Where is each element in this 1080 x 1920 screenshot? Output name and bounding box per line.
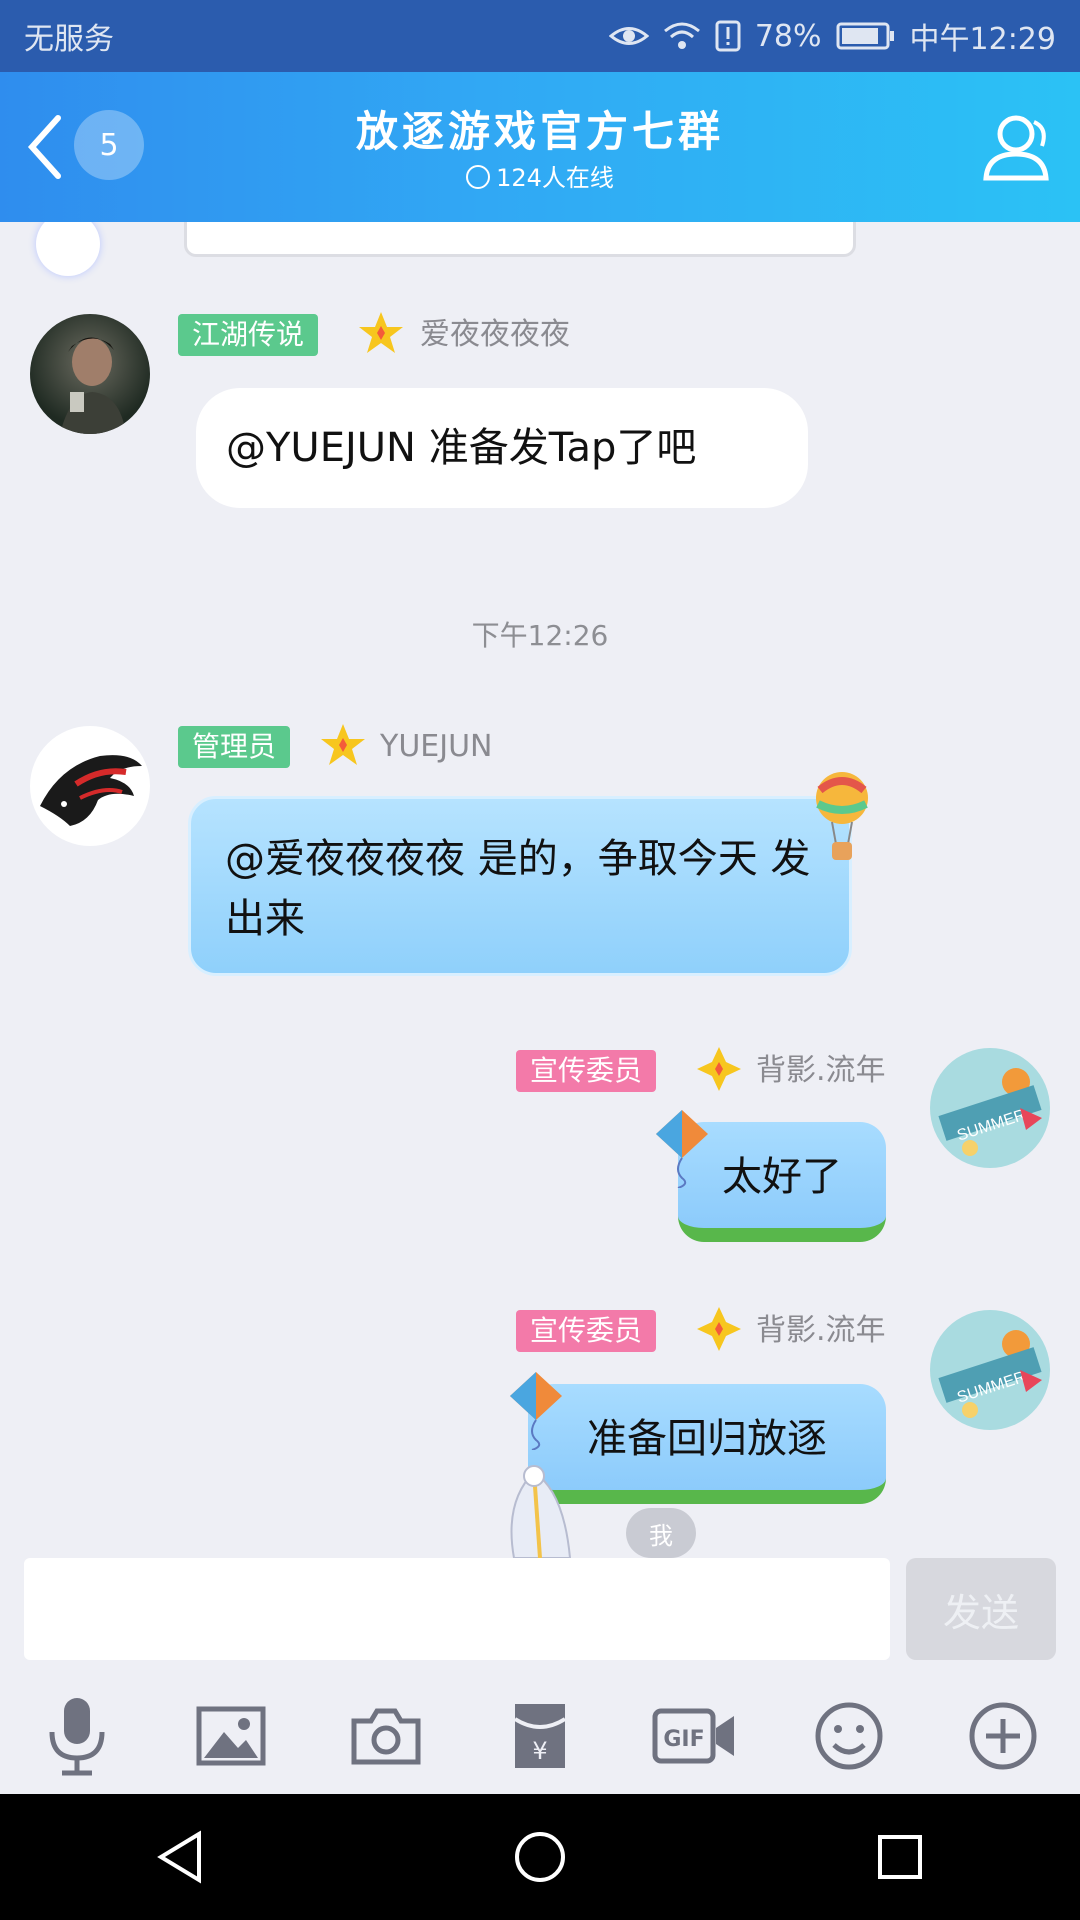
chevron-down-circle-icon xyxy=(466,165,491,189)
emoji-button[interactable] xyxy=(799,1686,899,1786)
battery-percent: 78% xyxy=(754,18,822,54)
eye-icon xyxy=(608,27,649,45)
system-nav-bar xyxy=(0,1794,1080,1920)
nickname[interactable]: 背影.流年 xyxy=(756,1310,886,1352)
carrier-text: 无服务 xyxy=(24,22,114,57)
member-title-tag: 江湖传说 xyxy=(178,314,319,356)
kite-decoration-icon xyxy=(510,1372,562,1450)
clock: 中午12:29 xyxy=(909,22,1056,57)
wifi-icon xyxy=(663,22,700,49)
diamond-level-icon xyxy=(697,1307,741,1351)
chat-header: 5 放逐游戏官方七群 124人在线 xyxy=(0,72,1080,222)
summer-avatar-icon: SUMMER xyxy=(938,1330,1042,1418)
previous-message-card xyxy=(184,222,856,257)
avatar[interactable]: SUMMER xyxy=(930,1310,1050,1430)
red-packet-button[interactable]: ¥ xyxy=(490,1686,590,1786)
nav-home-button[interactable] xyxy=(480,1797,600,1917)
plus-icon xyxy=(969,1702,1037,1770)
camera-icon xyxy=(351,1708,421,1765)
image-button[interactable] xyxy=(181,1686,281,1786)
more-button[interactable] xyxy=(953,1686,1053,1786)
triangle-back-icon xyxy=(157,1830,201,1884)
avatar[interactable]: SUMMER xyxy=(930,1048,1050,1168)
gif-button[interactable]: GIF xyxy=(644,1686,744,1786)
image-icon xyxy=(196,1706,266,1766)
star-level-icon xyxy=(359,312,403,353)
camera-button[interactable] xyxy=(336,1686,436,1786)
gif-icon: GIF xyxy=(652,1708,735,1764)
online-count[interactable]: 124人在线 xyxy=(0,158,1080,193)
microphone-icon xyxy=(49,1698,105,1776)
avatar[interactable] xyxy=(30,726,150,846)
star-level-icon xyxy=(321,724,365,765)
online-text: 124人在线 xyxy=(496,164,614,192)
me-label: 我 xyxy=(626,1508,696,1558)
member-title-tag: 宣传委员 xyxy=(516,1310,657,1352)
message-input[interactable] xyxy=(24,1558,890,1660)
avatar-placeholder xyxy=(36,222,100,276)
nav-back-button[interactable] xyxy=(120,1797,240,1917)
balloon-decoration-icon xyxy=(816,772,868,860)
summer-avatar-icon: SUMMER xyxy=(938,1068,1042,1156)
status-bar: 无服务 78% 中午12:29 xyxy=(0,0,1080,72)
input-bar: 发送 xyxy=(0,1558,1080,1678)
battery-icon xyxy=(836,22,894,50)
group-title: 放逐游戏官方七群 xyxy=(355,107,724,156)
avatar[interactable] xyxy=(30,314,150,434)
square-recents-icon xyxy=(878,1835,922,1879)
avatar-photo xyxy=(60,337,126,434)
nickname[interactable]: YUEJUN xyxy=(380,726,493,768)
alert-icon xyxy=(715,20,741,52)
group-members-icon[interactable] xyxy=(976,108,1056,188)
emoji-icon xyxy=(815,1702,883,1770)
kite-decoration-icon xyxy=(656,1110,708,1188)
composer-toolbar: ¥ GIF xyxy=(0,1678,1080,1794)
voice-button[interactable] xyxy=(27,1686,127,1786)
eagle-avatar-icon xyxy=(40,755,142,826)
circle-home-icon xyxy=(515,1832,565,1882)
timestamp: 下午12:26 xyxy=(471,619,609,652)
svg-text:¥: ¥ xyxy=(532,1737,547,1765)
character-sticker-icon xyxy=(510,1465,572,1558)
nickname[interactable]: 背影.流年 xyxy=(756,1050,886,1092)
member-title-tag: 管理员 xyxy=(178,726,291,768)
nav-recents-button[interactable] xyxy=(840,1797,960,1917)
message-bubble[interactable]: @YUEJUN 准备发Tap了吧 xyxy=(196,388,808,508)
message-list[interactable]: 江湖传说 爱夜夜夜夜 @YUEJUN 准备发Tap了吧 下午12:26 管理员 … xyxy=(0,222,1080,1558)
red-packet-icon: ¥ xyxy=(513,1704,567,1768)
send-button[interactable]: 发送 xyxy=(906,1558,1056,1660)
diamond-level-icon xyxy=(697,1047,741,1091)
status-icons: 78% 中午12:29 xyxy=(608,14,1056,58)
message-bubble[interactable]: @爱夜夜夜夜 是的，争取今天 发出来 xyxy=(188,796,852,976)
member-title-tag: 宣传委员 xyxy=(516,1050,657,1092)
nickname[interactable]: 爱夜夜夜夜 xyxy=(420,314,570,356)
svg-text:GIF: GIF xyxy=(664,1727,705,1752)
